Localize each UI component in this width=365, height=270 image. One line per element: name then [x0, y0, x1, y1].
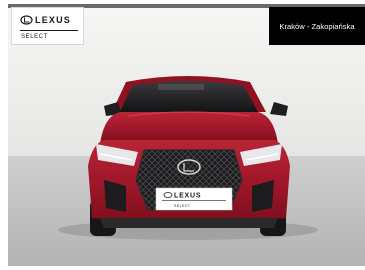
logo-divider — [20, 30, 78, 31]
location-text: Kraków - Zakopiańska — [279, 21, 355, 31]
plate-subtitle: SELECT — [174, 204, 191, 208]
logo-brand: LEXUS — [35, 15, 71, 25]
logo-subtitle: SELECT — [21, 34, 48, 40]
lexus-logo: LEXUS — [20, 15, 71, 25]
location-badge: Kraków - Zakopiańska — [269, 7, 365, 45]
plate-brand: LEXUS — [174, 193, 201, 200]
lexus-select-logo-badge: LEXUS SELECT — [11, 7, 84, 45]
